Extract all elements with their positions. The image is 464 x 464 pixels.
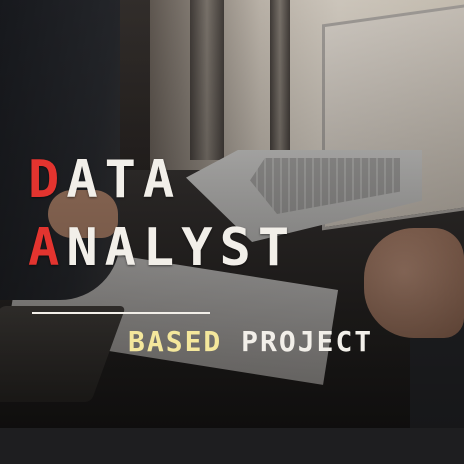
title-word-nalyst: NALYST [66,218,297,278]
subtitle: BASED PROJECT [128,328,373,356]
title-line-1: DATA [28,154,181,206]
title-word-ata: ATA [66,150,182,210]
title-initial-d: D [28,150,67,210]
divider-line [32,312,210,314]
hero-image: DATA ANALYST BASED PROJECT [0,0,464,464]
title-initial-a: A [28,218,67,278]
footer-band [0,428,464,464]
title-line-2: ANALYST [28,222,296,274]
subtitle-highlight: BASED [128,325,223,358]
subtitle-rest: PROJECT [222,325,374,358]
